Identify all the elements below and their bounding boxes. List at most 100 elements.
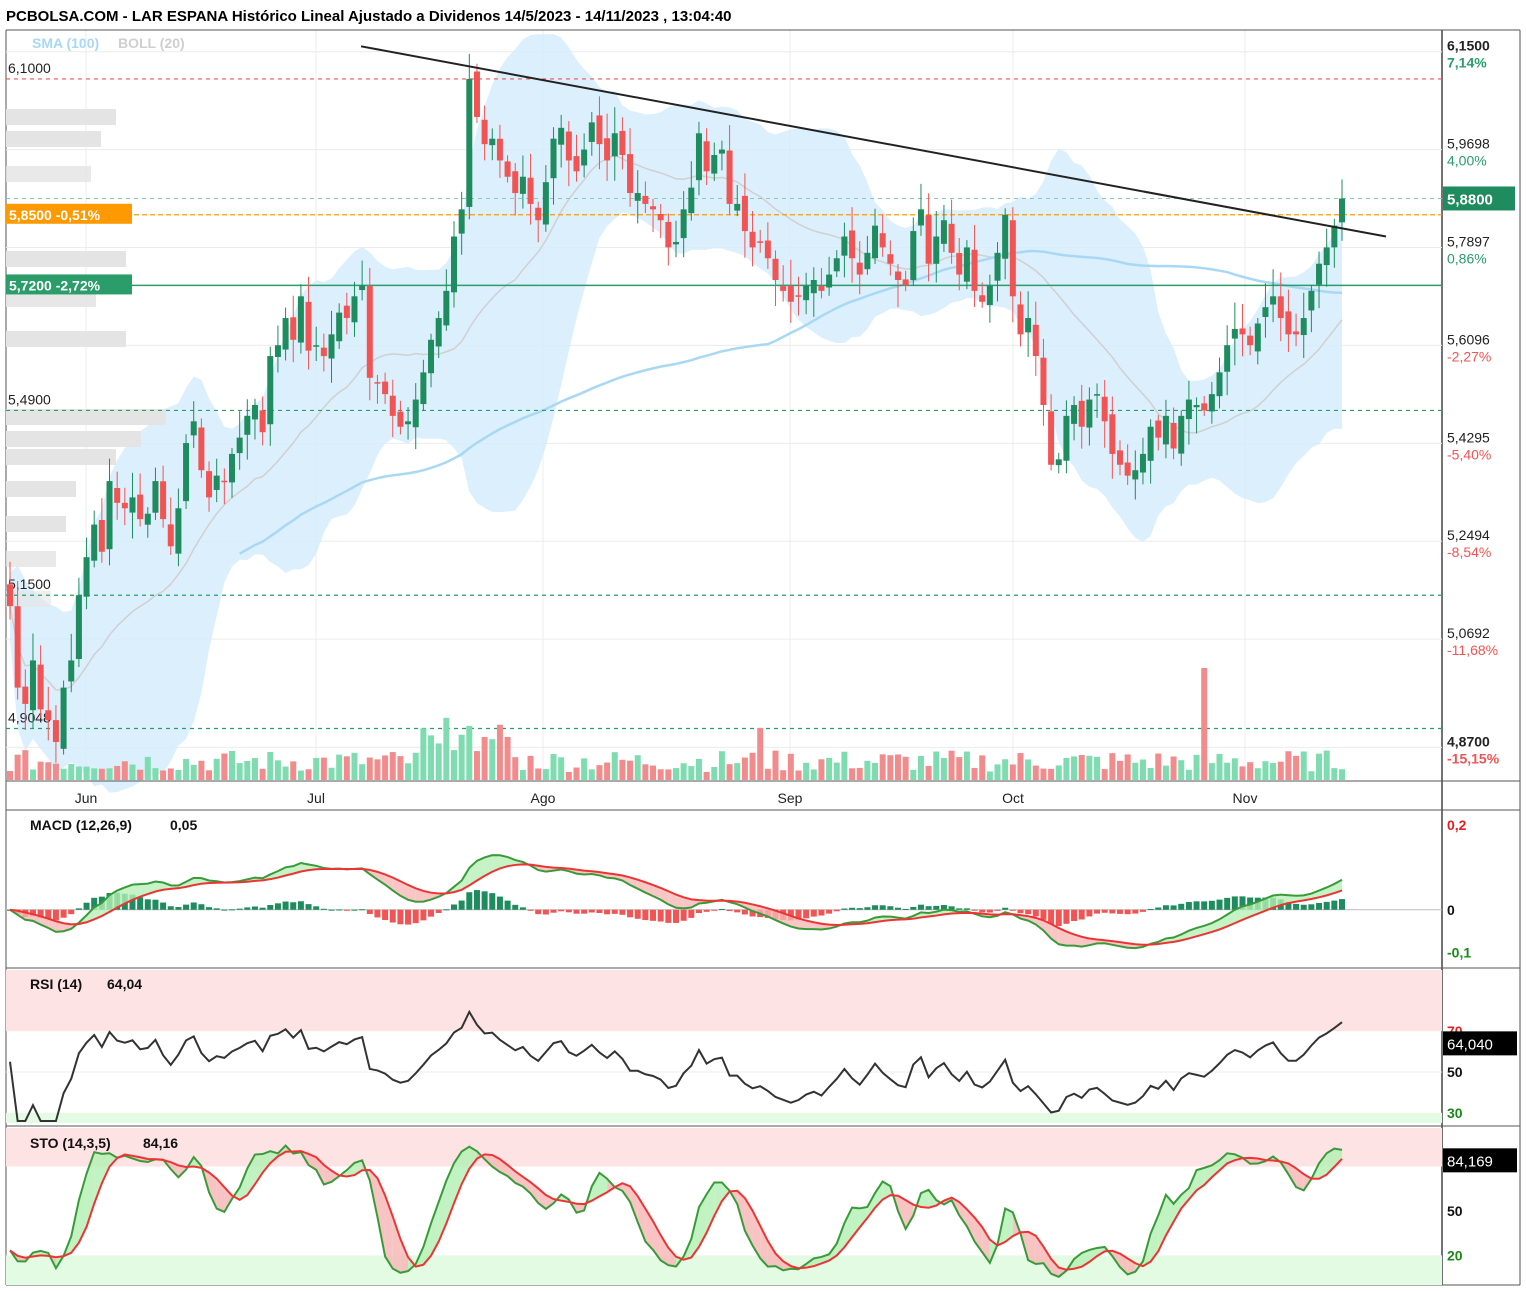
volume-bar xyxy=(244,760,251,780)
volume-bar xyxy=(251,758,258,780)
macd-hist-bar xyxy=(604,909,611,915)
volume-bar xyxy=(971,767,978,780)
candle-body xyxy=(780,286,787,291)
volume-bar xyxy=(274,760,281,780)
candle-body xyxy=(251,405,258,420)
volume-bar xyxy=(1086,755,1093,780)
volume-bar xyxy=(359,764,366,780)
candle-body xyxy=(297,296,304,343)
candle-body xyxy=(198,427,205,471)
candle-body xyxy=(558,127,565,145)
macd-hist-bar xyxy=(810,909,817,917)
macd-hist-bar xyxy=(596,909,603,913)
macd-hist-bar xyxy=(895,907,901,910)
volume-bar xyxy=(160,770,167,780)
price-tick-label: 4,8700 xyxy=(1447,733,1490,749)
candle-body xyxy=(1155,420,1162,438)
macd-hist-bar xyxy=(405,909,412,925)
sto-oversold-zone xyxy=(6,1255,1442,1285)
volume-bar xyxy=(481,736,488,780)
candle-body xyxy=(879,233,886,248)
macd-hist-bar xyxy=(1193,901,1200,910)
volume-bar xyxy=(673,768,679,780)
candle-body xyxy=(1178,415,1185,454)
candle-body xyxy=(1339,198,1345,223)
candle-body xyxy=(512,171,519,194)
candle-body xyxy=(75,595,82,659)
volume-bar xyxy=(435,743,442,780)
candle-body xyxy=(1193,405,1200,408)
price-tick-label: 5,4295 xyxy=(1447,429,1490,445)
volume-profile-bar xyxy=(6,481,76,497)
macd-hist-bar xyxy=(244,907,251,910)
candle-body xyxy=(864,252,871,270)
candle-body xyxy=(688,187,695,214)
macd-hist-bar xyxy=(627,909,634,918)
volume-bar xyxy=(940,757,947,780)
macd-hist-bar xyxy=(1040,909,1047,920)
macd-hist-bar xyxy=(1231,896,1238,910)
price-pct-label: -2,27% xyxy=(1447,348,1491,364)
candle-body xyxy=(229,453,235,483)
macd-hist-bar xyxy=(1323,901,1330,910)
candle-body xyxy=(473,71,480,117)
macd-hist-bar xyxy=(994,909,1001,911)
macd-hist-bar xyxy=(1162,905,1169,910)
price-pct-label: 7,14% xyxy=(1447,55,1487,71)
stock-chart: PCBOLSA.COM - LAR ESPANA Histórico Linea… xyxy=(0,0,1526,1291)
candle-body xyxy=(611,133,618,157)
price-tick-label: 5,9698 xyxy=(1447,136,1490,152)
macd-hist-bar xyxy=(290,902,297,910)
volume-bar xyxy=(887,755,894,780)
candle-body xyxy=(925,215,932,264)
macd-hist-bar xyxy=(879,905,886,910)
macd-hist-bar xyxy=(963,908,970,910)
macd-hist-bar xyxy=(359,909,366,911)
candle-body xyxy=(634,193,641,201)
macd-hist-bar xyxy=(872,905,879,910)
candle-body xyxy=(604,138,611,161)
volume-bar xyxy=(680,763,687,780)
price-tick-label: 5,7897 xyxy=(1447,234,1490,250)
candle-body xyxy=(1262,307,1269,317)
volume-bar xyxy=(190,764,197,780)
macd-hist-bar xyxy=(213,908,220,910)
macd-hist-bar xyxy=(864,907,871,910)
volume-bar xyxy=(772,750,779,780)
macd-hist-bar xyxy=(251,906,258,910)
candle-body xyxy=(1270,296,1277,305)
candle-body xyxy=(841,236,848,256)
candle-body xyxy=(121,502,128,509)
month-label: Sep xyxy=(778,790,803,806)
last-price-label: 5,8800 xyxy=(1447,191,1493,208)
volume-bar xyxy=(535,768,542,780)
candle-body xyxy=(359,285,366,291)
month-label: Jul xyxy=(307,790,325,806)
macd-hist-bar xyxy=(489,893,496,910)
month-label: Nov xyxy=(1233,790,1258,806)
candle-body xyxy=(496,138,503,161)
volume-bar xyxy=(1193,754,1200,780)
candle-body xyxy=(282,318,289,350)
volume-bar xyxy=(558,757,565,780)
macd-hist-bar xyxy=(137,897,144,910)
volume-bar xyxy=(52,763,59,780)
candle-body xyxy=(933,236,940,264)
macd-hist-bar xyxy=(198,904,205,910)
volume-bar xyxy=(1048,768,1055,780)
candle-body xyxy=(627,154,634,194)
volume-bar xyxy=(221,753,228,780)
volume-bar xyxy=(236,763,243,780)
macd-hist-bar xyxy=(688,909,695,918)
macd-hist-bar xyxy=(75,908,82,910)
macd-hist-bar xyxy=(313,906,320,910)
candle-body xyxy=(259,410,266,433)
candle-body xyxy=(1331,225,1338,248)
macd-hist-bar xyxy=(451,904,457,910)
candle-body xyxy=(1216,372,1223,397)
volume-bar xyxy=(313,757,320,780)
rsi-tick-label: 50 xyxy=(1447,1064,1463,1080)
volume-bar xyxy=(734,763,741,780)
candle-body xyxy=(14,606,21,688)
volume-bar xyxy=(1009,764,1016,780)
